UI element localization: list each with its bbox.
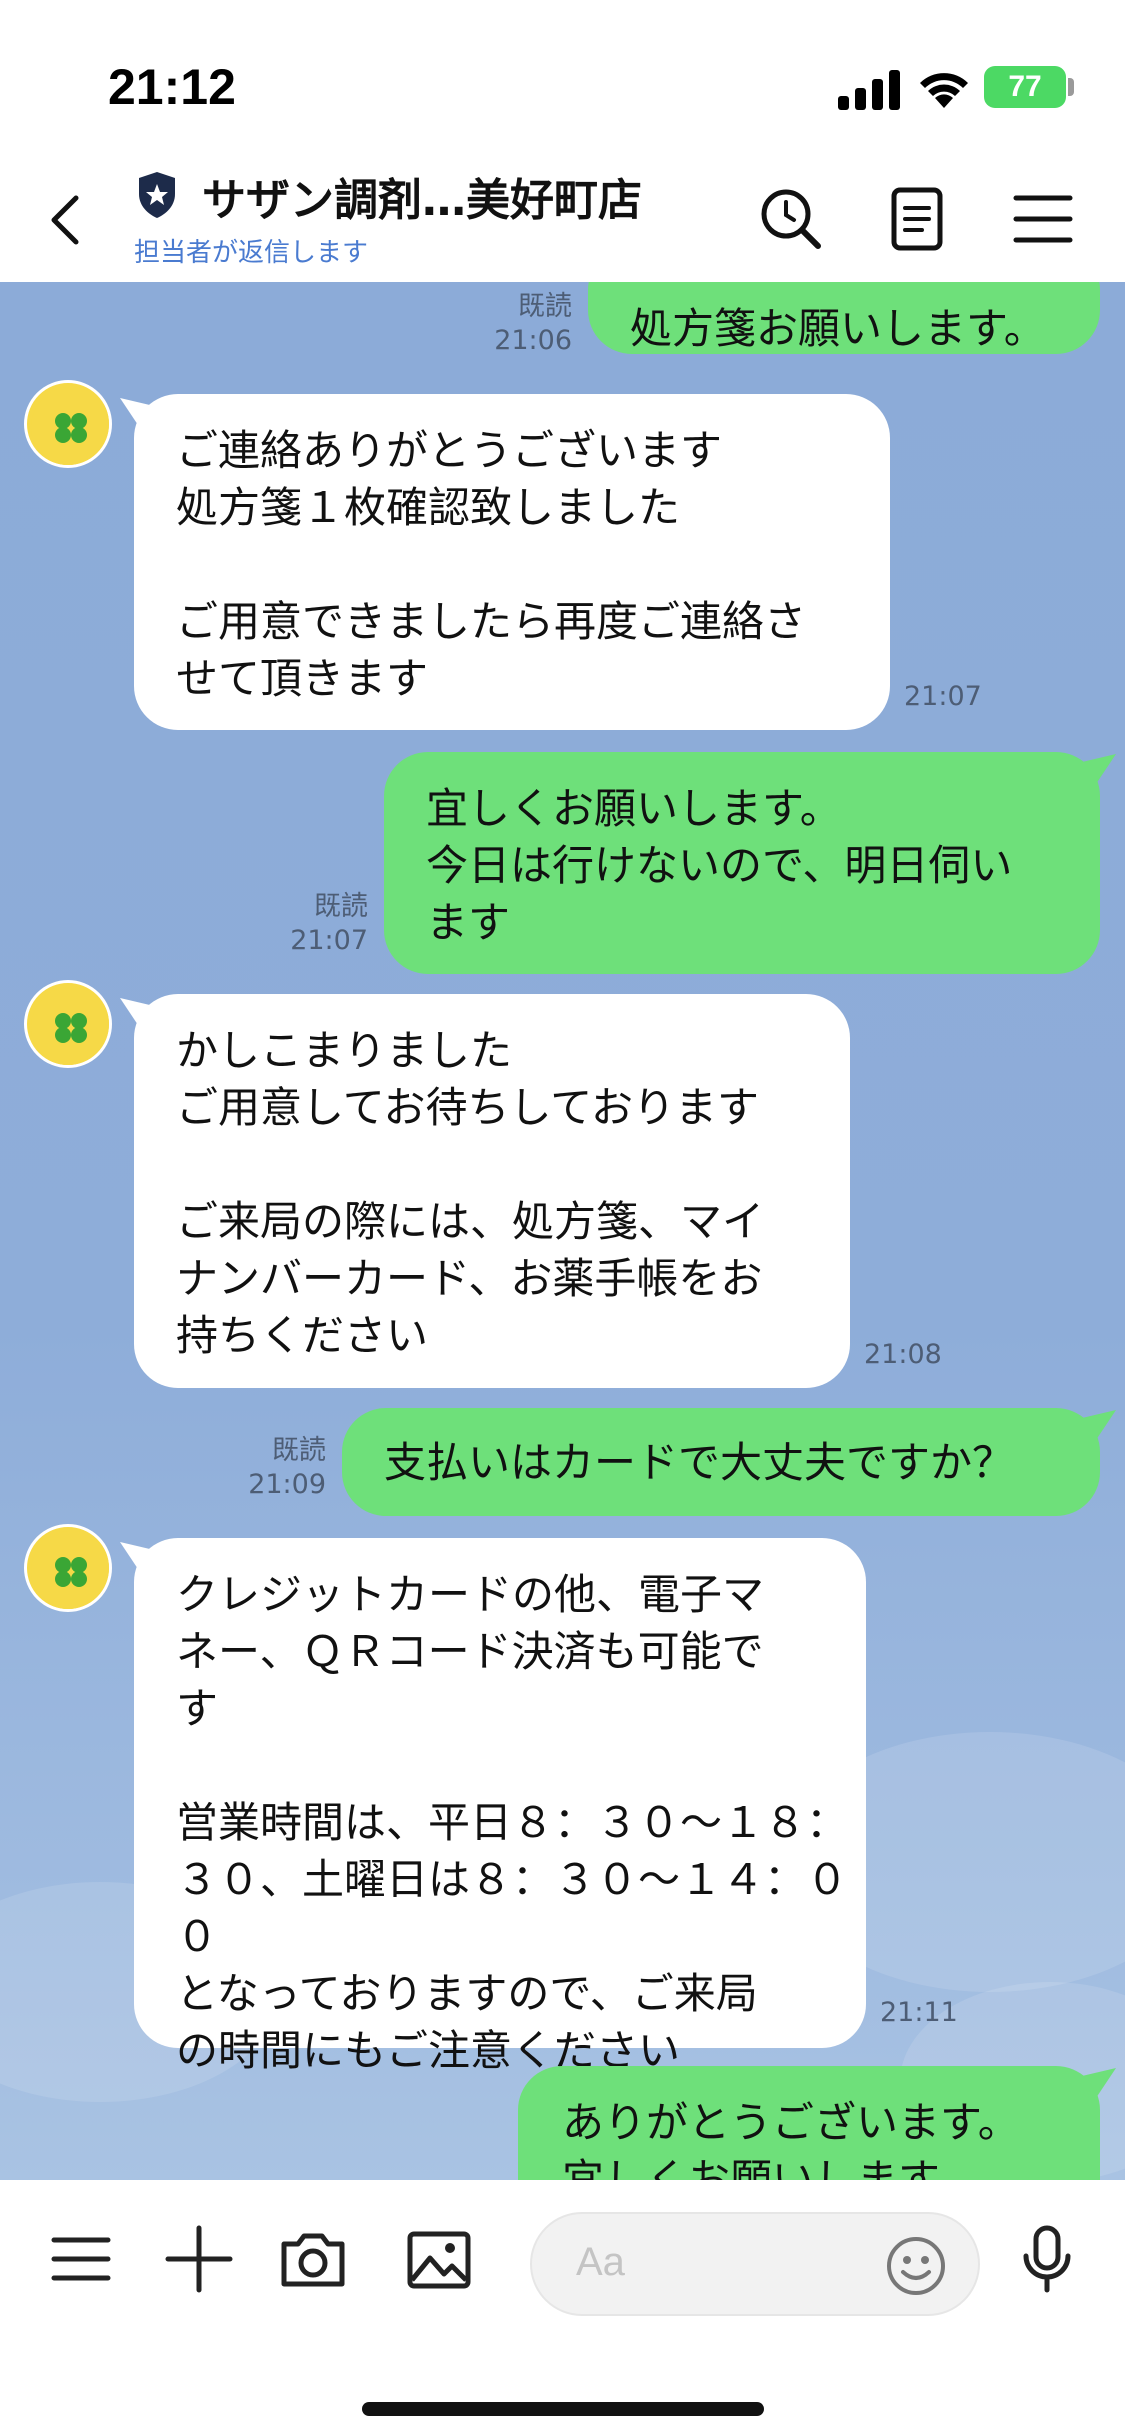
clover-logo-icon xyxy=(31,987,109,1065)
emoji-icon[interactable] xyxy=(884,2234,948,2298)
message-bubble[interactable]: 宜しくお願いします。 今日は行けないので、明日伺い ます xyxy=(384,752,1100,974)
message-bubble[interactable]: かしこまりました ご用意してお待ちしております ご来局の際には、処方箋、マイ ナ… xyxy=(134,994,850,1388)
menu-icon[interactable] xyxy=(1006,182,1080,256)
avatar[interactable] xyxy=(24,380,112,468)
image-icon[interactable] xyxy=(404,2224,474,2294)
wifi-icon xyxy=(920,73,968,108)
battery-indicator: 77 xyxy=(984,66,1066,108)
read-receipt: 既読 xyxy=(272,1435,326,1466)
cellular-signal-icon xyxy=(838,70,900,110)
message-time: 21:07 xyxy=(290,925,368,956)
note-icon[interactable] xyxy=(880,182,954,256)
microphone-icon[interactable] xyxy=(1012,2224,1082,2294)
message-time: 21:08 xyxy=(864,1339,942,1370)
status-bar: 21:12 77 xyxy=(0,0,1125,160)
clover-logo-icon xyxy=(31,1531,109,1609)
message-time: 21:06 xyxy=(494,325,572,356)
chevron-left-icon[interactable] xyxy=(36,180,96,260)
search-icon[interactable] xyxy=(754,182,828,256)
home-indicator[interactable] xyxy=(362,2402,764,2416)
read-receipt: 既読 xyxy=(314,891,368,922)
chat-subtitle: 担当者が返信します xyxy=(134,238,369,268)
battery-cap xyxy=(1068,78,1074,96)
message-time: 21:09 xyxy=(248,1469,326,1500)
message-bubble[interactable]: 支払いはカードで大丈夫ですか？ xyxy=(342,1408,1100,1516)
message-bubble[interactable]: クレジットカードの他、電子マ ネー、ＱＲコード決済も可能で す 営業時間は、平日… xyxy=(134,1538,866,2075)
bubble-tail xyxy=(1082,2068,1116,2098)
chat-header: サザン調剤…美好町店 担当者が返信します xyxy=(0,160,1125,282)
message-time: 21:07 xyxy=(904,681,982,712)
chat-title[interactable]: サザン調剤…美好町店 xyxy=(202,164,642,228)
menu-icon[interactable] xyxy=(46,2224,116,2294)
clover-logo-icon xyxy=(31,387,109,465)
shield-star-icon xyxy=(139,172,175,218)
message-input[interactable]: Aa xyxy=(530,2212,980,2316)
chat-area[interactable]: 既読 21:06 処方箋お願いします。 ご連絡ありがとうございます 処方箋１枚確… xyxy=(0,282,1125,2180)
message-bubble[interactable]: 処方箋お願いします。 xyxy=(588,282,1100,354)
input-toolbar: Aa xyxy=(0,2180,1125,2436)
avatar[interactable] xyxy=(24,1524,112,1612)
avatar[interactable] xyxy=(24,980,112,1068)
bubble-tail xyxy=(1082,1410,1116,1440)
bubble-tail xyxy=(1082,754,1116,784)
read-receipt: 既読 xyxy=(518,291,572,322)
message-time: 21:11 xyxy=(880,1997,958,2028)
camera-icon[interactable] xyxy=(278,2224,348,2294)
message-input-placeholder: Aa xyxy=(576,2240,625,2284)
message-bubble[interactable]: ご連絡ありがとうございます 処方箋１枚確認致しました ご用意できましたら再度ご連… xyxy=(134,394,890,730)
message-bubble[interactable]: ありがとうございます。 宜しくお願いします xyxy=(518,2066,1100,2180)
status-time: 21:12 xyxy=(108,59,236,115)
plus-icon[interactable] xyxy=(164,2224,234,2294)
